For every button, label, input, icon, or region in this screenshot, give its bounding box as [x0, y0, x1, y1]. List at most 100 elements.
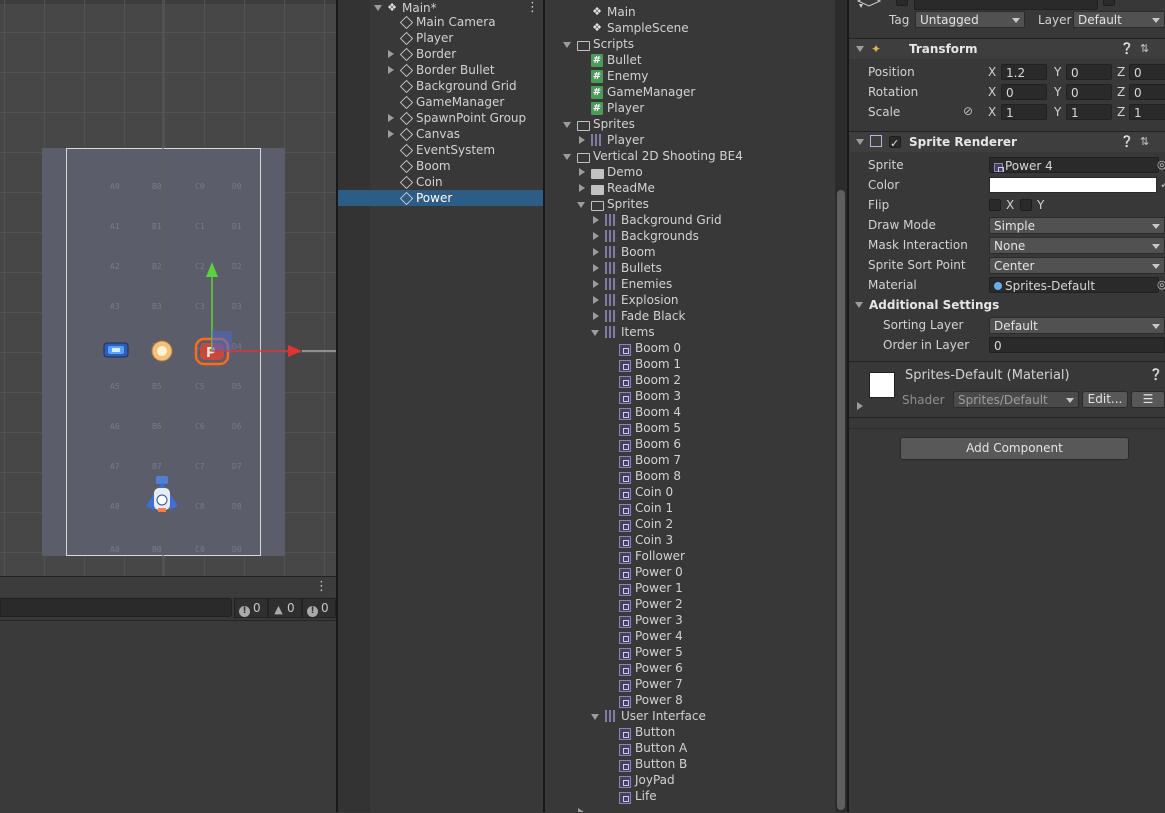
project-scrollbar-thumb[interactable] [837, 190, 845, 810]
collapse-arrow-icon[interactable] [563, 154, 571, 160]
collapse-arrow-icon[interactable] [591, 330, 599, 336]
collapse-arrow-icon[interactable] [563, 122, 571, 128]
layer-dropdown[interactable]: Default [1073, 11, 1165, 28]
project-item[interactable]: Power 4 [545, 628, 835, 644]
expand-arrow-icon[interactable] [593, 280, 599, 288]
project-item[interactable]: Fade Black [545, 308, 835, 324]
project-item[interactable]: # Enemy [545, 68, 835, 84]
project-item[interactable]: # GameManager [545, 84, 835, 100]
help-icon[interactable]: ❔ [1120, 39, 1134, 59]
hierarchy-item[interactable]: Main Camera [338, 14, 543, 30]
project-item[interactable]: Power 1 [545, 580, 835, 596]
position-z-field[interactable]: 0 [1129, 64, 1165, 80]
flip-y-checkbox[interactable] [1020, 199, 1032, 211]
hierarchy-item[interactable]: Border [338, 46, 543, 62]
position-y-field[interactable]: 0 [1066, 64, 1112, 80]
hierarchy-item[interactable]: EventSystem [338, 142, 543, 158]
axis-y-label[interactable]: Y [1054, 83, 1061, 101]
eyedropper-icon[interactable]: ✓ [1160, 178, 1165, 191]
expand-arrow-icon[interactable] [388, 66, 394, 74]
expand-arrow-icon[interactable] [578, 808, 584, 812]
hierarchy-item[interactable]: SpawnPoint Group [338, 110, 543, 126]
foldout-arrow-icon[interactable] [856, 46, 864, 52]
hierarchy-item[interactable]: Border Bullet [338, 62, 543, 78]
sprite-renderer-header[interactable]: Sprite Renderer ❔ ⇅ [849, 131, 1165, 154]
project-item[interactable]: Coin 0 [545, 484, 835, 500]
additional-settings-foldout[interactable]: Additional Settings [869, 296, 999, 314]
project-item[interactable]: User Interface [545, 708, 835, 724]
expand-arrow-icon[interactable] [579, 136, 585, 144]
shader-edit-button[interactable]: Edit... [1082, 391, 1128, 408]
expand-arrow-icon[interactable] [579, 184, 585, 192]
sprite-object-field[interactable]: Power 4 [989, 157, 1159, 173]
project-item[interactable]: Boom 4 [545, 404, 835, 420]
project-item[interactable]: Power 8 [545, 692, 835, 708]
expand-arrow-icon[interactable] [388, 130, 394, 138]
object-name-field[interactable] [914, 0, 1098, 10]
collapse-arrow-icon[interactable] [374, 5, 382, 11]
order-in-layer-field[interactable]: 0 [989, 337, 1165, 353]
scene-view[interactable]: A0B0C0D0A1B1C1D1A2B2C2D2A3B3C3D3A4B4C4D4… [0, 0, 336, 576]
project-item[interactable]: Vertical 2D Shooting BE4 [545, 148, 835, 164]
expand-arrow-icon[interactable] [388, 114, 394, 122]
console-info-toggle[interactable]: ! 0 [302, 598, 336, 618]
project-item[interactable]: ReadMe [545, 180, 835, 196]
shader-options-button[interactable]: ☰ [1131, 391, 1165, 408]
color-swatch[interactable] [989, 177, 1157, 193]
expand-arrow-icon[interactable] [593, 264, 599, 272]
project-item[interactable]: Boom 5 [545, 420, 835, 436]
preset-icon[interactable]: ⇅ [1140, 39, 1149, 59]
preset-icon[interactable]: ⇅ [1140, 132, 1149, 152]
project-item[interactable]: Backgrounds [545, 228, 835, 244]
project-item[interactable]: # Player [545, 100, 835, 116]
tag-dropdown[interactable]: Untagged [915, 11, 1025, 28]
object-picker-icon[interactable]: ◎ [1157, 278, 1165, 291]
expand-arrow-icon[interactable] [593, 248, 599, 256]
expand-arrow-icon[interactable] [857, 402, 863, 410]
axis-z-label[interactable]: Z [1117, 63, 1125, 81]
project-item[interactable]: Bullets [545, 260, 835, 276]
axis-y-label[interactable]: Y [1054, 103, 1061, 121]
project-item[interactable]: ❖ SampleScene [545, 20, 835, 36]
axis-x-label[interactable]: X [988, 103, 996, 121]
expand-arrow-icon[interactable] [593, 296, 599, 304]
project-item[interactable]: # Bullet [545, 52, 835, 68]
scale-y-field[interactable]: 1 [1066, 104, 1112, 120]
project-item[interactable]: Boom 3 [545, 388, 835, 404]
transform-header[interactable]: ✦ Transform ❔ ⇅ [849, 38, 1165, 59]
project-item[interactable]: Coin 1 [545, 500, 835, 516]
project-item[interactable]: Boom 7 [545, 452, 835, 468]
project-item[interactable]: Sprites [545, 196, 835, 212]
project-item[interactable]: Explosion [545, 292, 835, 308]
project-item[interactable]: Button B [545, 756, 835, 772]
foldout-arrow-icon[interactable] [856, 139, 864, 145]
project-item[interactable]: Sprites [545, 116, 835, 132]
project-item[interactable]: Coin 3 [545, 532, 835, 548]
project-item[interactable]: Demo [545, 164, 835, 180]
flip-x-checkbox[interactable] [989, 199, 1001, 211]
add-component-button[interactable]: Add Component [900, 437, 1129, 460]
project-item[interactable]: Follower [545, 548, 835, 564]
project-item[interactable]: Button A [545, 740, 835, 756]
rotation-z-field[interactable]: 0 [1129, 84, 1165, 100]
project-item[interactable]: Button [545, 724, 835, 740]
expand-arrow-icon[interactable] [579, 168, 585, 176]
hierarchy-item[interactable]: Background Grid [338, 78, 543, 94]
console-log-area[interactable] [0, 620, 336, 813]
shader-dropdown[interactable]: Sprites/Default [953, 391, 1079, 408]
expand-arrow-icon[interactable] [593, 232, 599, 240]
project-item[interactable]: Power 2 [545, 596, 835, 612]
sprite-renderer-enabled-checkbox[interactable] [889, 134, 901, 154]
console-warning-toggle[interactable]: ▲ 0 [268, 598, 302, 618]
axis-x-label[interactable]: X [988, 63, 996, 81]
project-item[interactable]: Boom 6 [545, 436, 835, 452]
help-icon[interactable]: ❔ [1149, 368, 1163, 381]
draw-mode-dropdown[interactable]: Simple [989, 217, 1165, 234]
position-x-field[interactable]: 1.2 [1001, 64, 1047, 80]
hierarchy-item[interactable]: GameManager [338, 94, 543, 110]
expand-arrow-icon[interactable] [593, 216, 599, 224]
constrain-proportions-icon[interactable]: ⊘ [963, 104, 973, 118]
project-item[interactable]: Coin 2 [545, 516, 835, 532]
project-item[interactable]: Life [545, 788, 835, 804]
object-picker-icon[interactable]: ◎ [1157, 158, 1165, 171]
